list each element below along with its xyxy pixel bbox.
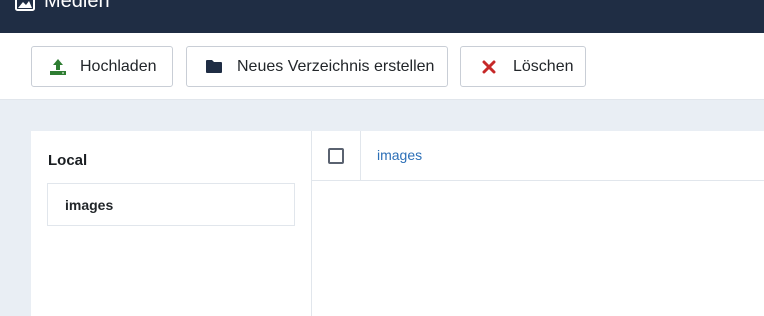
page-title-wrap: Medien bbox=[14, 0, 110, 13]
page-title: Medien bbox=[44, 0, 110, 12]
table-row: images bbox=[312, 131, 764, 181]
new-folder-label: Neues Verzeichnis erstellen bbox=[237, 57, 435, 75]
tree-heading: Local bbox=[48, 152, 88, 169]
image-icon bbox=[15, 0, 35, 11]
close-icon bbox=[479, 57, 499, 77]
upload-icon bbox=[48, 57, 68, 77]
delete-button[interactable]: Löschen bbox=[460, 46, 586, 87]
toolbar: Hochladen Neues Verzeichnis erstellen Lö… bbox=[0, 33, 764, 100]
folder-icon bbox=[204, 57, 224, 77]
tree-item-images[interactable]: images bbox=[47, 183, 295, 226]
upload-button[interactable]: Hochladen bbox=[31, 46, 173, 87]
folder-link[interactable]: images bbox=[377, 147, 422, 163]
new-folder-button[interactable]: Neues Verzeichnis erstellen bbox=[186, 46, 448, 87]
media-browser: images bbox=[312, 131, 764, 316]
folder-tree-panel: Local images bbox=[31, 131, 312, 316]
delete-label: Löschen bbox=[513, 57, 574, 75]
top-header: Medien bbox=[0, 0, 764, 33]
row-checkbox[interactable] bbox=[328, 148, 344, 164]
upload-label: Hochladen bbox=[80, 57, 157, 75]
row-select-cell bbox=[312, 131, 361, 181]
